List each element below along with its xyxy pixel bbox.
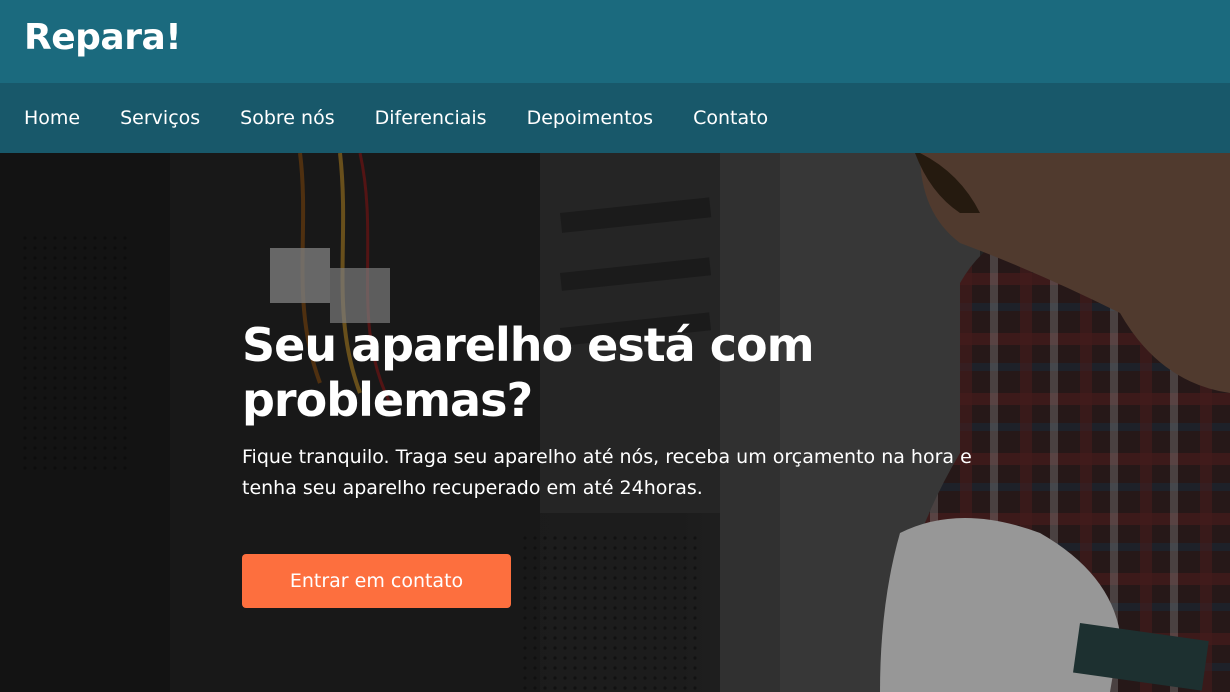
nav-item-servicos[interactable]: Serviços <box>120 107 200 129</box>
nav-item-sobre-nos[interactable]: Sobre nós <box>240 107 334 129</box>
top-header: Repara! <box>0 0 1230 83</box>
brand-logo[interactable]: Repara! <box>24 16 182 60</box>
nav-item-home[interactable]: Home <box>24 107 80 129</box>
hero-title: Seu aparelho está com problemas? <box>242 318 815 427</box>
hero-content: Seu aparelho está com problemas? Fique t… <box>242 318 1002 608</box>
hero-section: Seu aparelho está com problemas? Fique t… <box>0 153 1230 692</box>
nav-item-contato[interactable]: Contato <box>693 107 768 129</box>
contact-button[interactable]: Entrar em contato <box>242 554 511 608</box>
main-navigation: Home Serviços Sobre nós Diferenciais Dep… <box>0 83 1230 153</box>
nav-list: Home Serviços Sobre nós Diferenciais Dep… <box>24 83 808 153</box>
nav-item-depoimentos[interactable]: Depoimentos <box>527 107 654 129</box>
hero-description: Fique tranquilo. Traga seu aparelho até … <box>242 446 972 499</box>
nav-item-diferenciais[interactable]: Diferenciais <box>375 107 487 129</box>
